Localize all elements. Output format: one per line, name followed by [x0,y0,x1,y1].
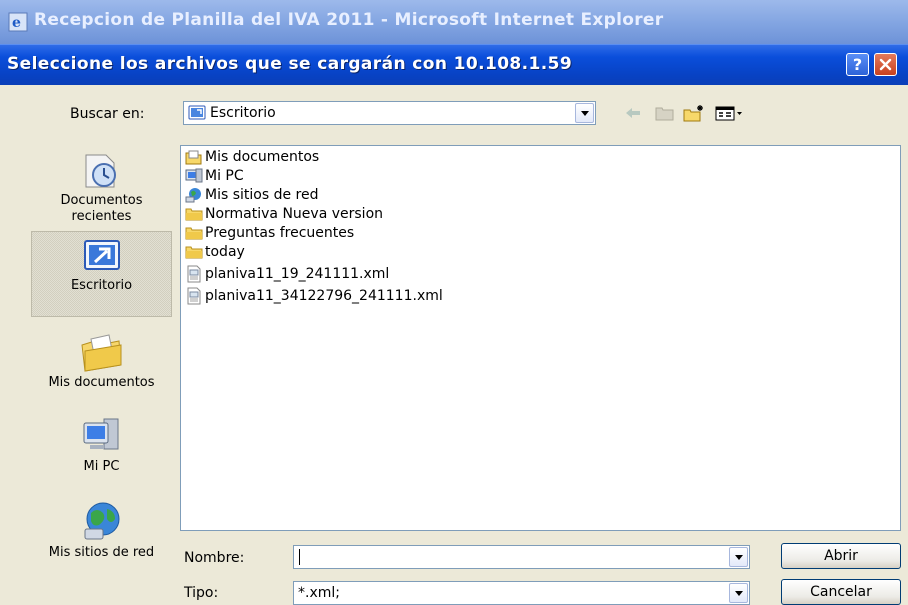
file-name: planiva11_19_241111.xml [205,265,390,282]
list-item[interactable]: Mis documentos [185,147,319,166]
up-folder-button[interactable] [654,101,676,125]
filename-dropdown-arrow[interactable] [729,547,748,567]
filename-input[interactable] [293,545,750,569]
list-item[interactable]: planiva11_34122796_241111.xml [185,286,443,305]
cancel-button[interactable]: Cancelar [781,579,901,605]
list-item[interactable]: planiva11_19_241111.xml [185,264,389,283]
help-icon: ? [852,55,863,74]
filetype-dropdown-arrow[interactable] [729,583,748,603]
folder-icon [185,227,203,239]
file-name: Normativa Nueva version [205,205,384,222]
recent-documents-icon [85,154,116,188]
text-caret [299,549,300,565]
dialog-title: Seleccione los archivos que se cargarán … [7,54,573,74]
look-in-label: Buscar en: [70,106,145,122]
dialog-titlebar[interactable]: Seleccione los archivos que se cargarán … [0,44,908,85]
new-folder-icon [683,105,703,122]
view-menu-icon [715,106,742,121]
desktop-icon [188,105,206,120]
my-documents-icon [80,334,122,372]
file-name: Mis documentos [205,148,320,165]
place-label: Escritorio [70,278,133,293]
ie-window-title: Recepcion de Planilla del IVA 2011 - Mic… [34,10,664,30]
place-label: Mi PC [83,459,120,474]
list-item[interactable]: Normativa Nueva version [185,204,383,223]
file-name: Preguntas frecuentes [205,224,355,241]
close-button[interactable] [874,53,897,76]
ie-window-titlebar: e Recepcion de Planilla del IVA 2011 - M… [0,0,908,44]
list-item[interactable]: Preguntas frecuentes [185,223,354,242]
filetype-label: Tipo: [184,585,219,601]
view-menu-button[interactable] [714,101,744,125]
filetype-select[interactable]: *.xml; [293,581,750,605]
place-my-computer[interactable]: Mi PC [31,415,172,495]
close-icon [879,58,892,71]
filename-label: Nombre: [184,550,245,566]
list-item[interactable]: today [185,242,245,261]
svg-text:e: e [12,15,21,31]
folder-icon [185,208,203,220]
my-computer-icon [83,418,118,450]
place-my-documents[interactable]: Mis documentos [31,331,172,411]
place-label: Mis documentos [48,375,155,390]
folder-icon [185,246,203,258]
look-in-value: Escritorio [210,105,276,121]
xml-file-icon [187,265,201,282]
place-network[interactable]: Mis sitios de red [31,499,172,585]
place-recent-documents[interactable]: Documentos recientes [31,145,172,231]
look-in-combo[interactable]: Escritorio [183,101,596,125]
xml-file-icon [187,287,201,304]
look-in-dropdown-arrow[interactable] [575,103,594,123]
back-button[interactable] [624,101,642,125]
back-arrow-icon [626,108,640,118]
file-name: planiva11_34122796_241111.xml [205,287,443,304]
new-folder-button[interactable] [682,101,706,125]
place-desktop[interactable]: Escritorio [31,231,172,317]
network-icon [185,187,201,202]
file-name: today [205,243,245,260]
filetype-value: *.xml; [298,585,340,601]
file-name: Mi PC [205,167,244,184]
open-button[interactable]: Abrir [781,543,901,569]
up-folder-icon [655,107,674,121]
file-list[interactable]: Mis documentos Mi PC Mis sitios de red N… [180,145,901,531]
help-button[interactable]: ? [846,53,869,76]
list-item[interactable]: Mi PC [185,166,244,185]
place-label: Documentos recientes [60,193,143,224]
place-label: Mis sitios de red [48,545,155,560]
places-bar: Documentos recientes Escritorio Mis docu… [31,145,172,603]
my-documents-folder-icon [185,150,202,164]
desktop-icon [83,240,120,270]
file-name: Mis sitios de red [205,186,319,203]
internet-explorer-icon: e [8,12,28,32]
my-computer-icon [185,168,203,182]
list-item[interactable]: Mis sitios de red [185,185,318,204]
file-open-dialog: Seleccione los archivos que se cargarán … [0,44,908,605]
network-places-icon [84,502,119,540]
